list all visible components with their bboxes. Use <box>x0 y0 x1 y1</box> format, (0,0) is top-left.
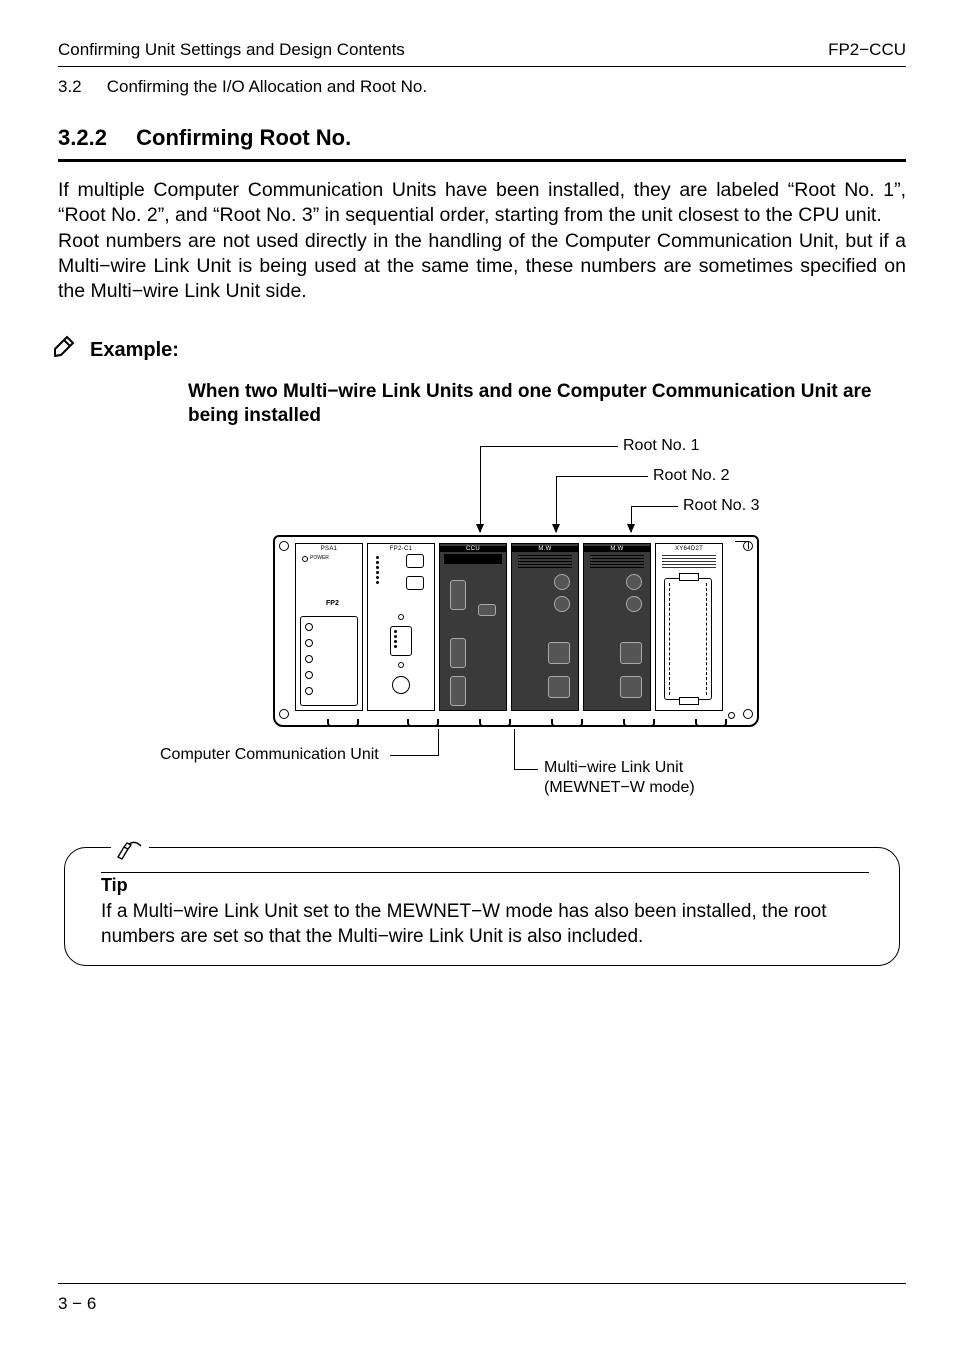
led-panel <box>590 554 644 568</box>
subsection-title: Confirming Root No. <box>136 125 351 150</box>
example-row: Example: <box>50 335 906 366</box>
port-icon <box>450 580 466 610</box>
subsection-heading: 3.2.2 Confirming Root No. <box>58 125 906 151</box>
mount-hole <box>279 541 289 551</box>
tip-rule <box>101 872 869 873</box>
leader-line <box>480 446 618 447</box>
section-number: 3.2 <box>58 77 102 97</box>
leader-line <box>390 755 438 756</box>
switch-icon <box>478 604 496 616</box>
diagram: Root No. 1 Root No. 2 Root No. 3 PSA1 PO… <box>208 441 828 811</box>
leader-line <box>631 506 678 507</box>
terminal-icon <box>305 671 313 679</box>
page-number: 3 − 6 <box>58 1294 96 1313</box>
dial-icon <box>626 574 642 590</box>
slot-label: FP2-C1 <box>368 546 434 552</box>
plc-rack: PSA1 POWER FP2 FP2-C1 <box>273 535 759 727</box>
port-icon <box>450 638 466 668</box>
switch-icon <box>406 554 424 568</box>
port-icon <box>450 676 466 706</box>
root-2-label: Root No. 2 <box>653 467 729 485</box>
mount-hole <box>279 709 289 719</box>
body-paragraph: If multiple Computer Communication Units… <box>58 179 906 302</box>
subsection-number: 3.2.2 <box>58 125 130 151</box>
leader-line <box>480 446 481 532</box>
heading-rule <box>58 159 906 162</box>
switch-icon <box>406 576 424 590</box>
slot-label: XY64D2T <box>656 546 722 552</box>
section-title: Confirming the I/O Allocation and Root N… <box>107 77 427 96</box>
terminal-icon <box>305 655 313 663</box>
rack-foot <box>695 719 727 727</box>
header-left: Confirming Unit Settings and Design Cont… <box>58 40 405 60</box>
slot-io: XY64D2T <box>655 543 723 711</box>
rack-foot <box>327 719 359 727</box>
slot-psu: PSA1 POWER FP2 <box>295 543 363 711</box>
rack-foot <box>623 719 655 727</box>
dial-icon <box>554 574 570 590</box>
tip-box: Tip If a Multi−wire Link Unit set to the… <box>64 847 900 966</box>
led-panel <box>518 554 572 568</box>
terminal-icon <box>305 687 313 695</box>
port-icon <box>548 676 570 698</box>
mount-hole <box>743 709 753 719</box>
rack-corner-notch <box>735 541 749 549</box>
callout-ccu: Computer Communication Unit <box>160 746 379 764</box>
slot-cpu: FP2-C1 <box>367 543 435 711</box>
body-text: If multiple Computer Communication Units… <box>58 178 906 305</box>
led-panel <box>444 554 502 564</box>
screw-icon <box>398 662 404 668</box>
terminal-icon <box>305 623 313 631</box>
diagram-subtitle: When two Multi−wire Link Units and one C… <box>188 380 906 429</box>
page-header: Confirming Unit Settings and Design Cont… <box>58 40 906 60</box>
leader-line <box>556 476 648 477</box>
hand-writing-icon <box>111 838 149 865</box>
example-label: Example: <box>90 339 179 362</box>
footer-rule <box>58 1283 906 1284</box>
slot-label: PSA1 <box>296 546 362 552</box>
tip-text: If a Multi−wire Link Unit set to the MEW… <box>101 900 869 949</box>
slot-mw-2: M.W <box>583 543 651 711</box>
section-reference: 3.2 Confirming the I/O Allocation and Ro… <box>58 77 906 97</box>
rack-foot <box>407 719 439 727</box>
terminal-block <box>300 616 358 706</box>
pencil-icon <box>50 335 76 366</box>
screw-icon <box>398 614 404 620</box>
connector-block <box>664 578 712 700</box>
leader-line <box>514 769 538 770</box>
connector-icon <box>392 676 410 694</box>
callout-mw-2: (MEWNET−W mode) <box>544 779 695 797</box>
port-icon <box>390 626 412 656</box>
tip-title: Tip <box>101 875 869 896</box>
led-strip <box>376 556 379 584</box>
port-icon <box>548 642 570 664</box>
port-icon <box>620 642 642 664</box>
leader-line <box>631 506 632 532</box>
root-3-label: Root No. 3 <box>683 497 759 515</box>
mount-hole <box>728 712 735 719</box>
header-rule <box>58 66 906 67</box>
leader-line <box>556 476 557 532</box>
dial-icon <box>626 596 642 612</box>
dial-icon <box>554 596 570 612</box>
root-1-label: Root No. 1 <box>623 437 699 455</box>
slot-label: CCU <box>440 546 506 552</box>
slot-ccu: CCU <box>439 543 507 711</box>
slot-label: M.W <box>512 546 578 552</box>
fp2-label: FP2 <box>326 600 339 607</box>
leader-line <box>514 729 515 769</box>
page-footer: 3 − 6 <box>58 1283 906 1314</box>
rack-foot <box>551 719 583 727</box>
slot-mw-1: M.W <box>511 543 579 711</box>
leader-line <box>438 729 439 756</box>
power-label: POWER <box>310 555 329 561</box>
slot-label: M.W <box>584 546 650 552</box>
terminal-icon <box>305 639 313 647</box>
rack-foot <box>479 719 511 727</box>
header-right: FP2−CCU <box>828 40 906 60</box>
port-icon <box>620 676 642 698</box>
led-panel <box>662 554 716 568</box>
callout-mw-1: Multi−wire Link Unit <box>544 759 683 777</box>
led-icon <box>302 556 308 562</box>
